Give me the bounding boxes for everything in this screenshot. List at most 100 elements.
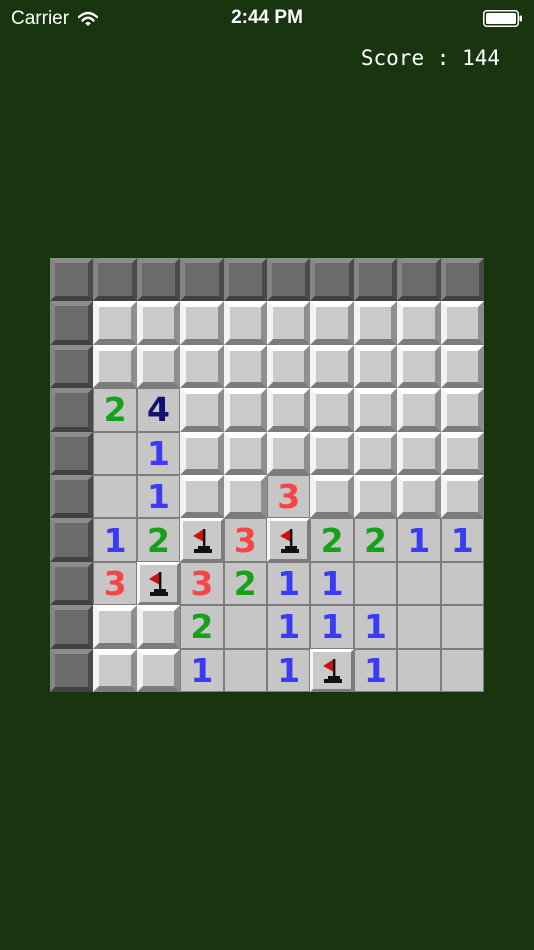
number-tile: 2: [223, 561, 267, 606]
covered-tile[interactable]: [223, 431, 267, 475]
adjacent-mine-count: 1: [147, 477, 170, 517]
covered-tile[interactable]: [223, 344, 267, 389]
number-tile: 2: [93, 388, 137, 432]
covered-tile[interactable]: [136, 344, 181, 389]
number-tile: 1: [440, 518, 484, 562]
revealed-empty-tile: [397, 605, 441, 649]
covered-tile[interactable]: [440, 344, 484, 389]
flagged-tile[interactable]: [180, 518, 224, 562]
covered-tile[interactable]: [136, 648, 181, 692]
adjacent-mine-count: 1: [147, 433, 170, 473]
revealed-empty-tile: [440, 648, 484, 692]
adjacent-mine-count: 4: [147, 390, 170, 430]
covered-tile[interactable]: [397, 344, 441, 389]
flag-icon: [323, 659, 343, 684]
covered-tile[interactable]: [93, 344, 137, 389]
header-tile: [50, 561, 94, 606]
adjacent-mine-count: 1: [364, 607, 387, 647]
covered-tile[interactable]: [267, 301, 311, 345]
covered-tile[interactable]: [397, 388, 441, 432]
flag-icon: [149, 572, 169, 597]
covered-tile[interactable]: [310, 301, 354, 345]
covered-tile[interactable]: [180, 431, 224, 475]
adjacent-mine-count: 2: [190, 607, 214, 647]
header-tile: [50, 258, 94, 302]
adjacent-mine-count: 1: [277, 650, 301, 690]
covered-tile[interactable]: [267, 344, 311, 389]
score-separator: :: [436, 46, 450, 70]
covered-tile[interactable]: [310, 475, 354, 519]
number-tile: 4: [136, 388, 181, 432]
number-tile: 2: [353, 518, 398, 562]
covered-tile[interactable]: [180, 475, 224, 519]
covered-tile[interactable]: [353, 388, 398, 432]
number-tile: 1: [353, 605, 398, 649]
number-tile: 1: [136, 475, 181, 519]
revealed-empty-tile: [440, 605, 484, 649]
header-tile: [93, 258, 137, 302]
covered-tile[interactable]: [310, 431, 354, 475]
minesweeper-board: 241131232211332112111111: [50, 258, 484, 692]
covered-tile[interactable]: [180, 301, 224, 345]
number-tile: 3: [267, 475, 311, 519]
flagged-tile[interactable]: [136, 561, 181, 606]
adjacent-mine-count: 2: [364, 520, 387, 560]
header-tile: [50, 388, 94, 432]
adjacent-mine-count: 1: [103, 520, 127, 560]
covered-tile[interactable]: [93, 301, 137, 345]
covered-tile[interactable]: [310, 344, 354, 389]
number-tile: 1: [136, 431, 181, 475]
covered-tile[interactable]: [223, 301, 267, 345]
adjacent-mine-count: 2: [147, 520, 170, 560]
covered-tile[interactable]: [310, 388, 354, 432]
covered-tile[interactable]: [223, 475, 267, 519]
covered-tile[interactable]: [223, 388, 267, 432]
number-tile: 1: [267, 605, 311, 649]
header-tile: [50, 605, 94, 649]
header-tile: [180, 258, 224, 302]
flagged-tile[interactable]: [310, 648, 354, 692]
covered-tile[interactable]: [397, 475, 441, 519]
score-display: Score : 144: [361, 46, 500, 70]
flagged-tile[interactable]: [267, 518, 311, 562]
covered-tile[interactable]: [353, 431, 398, 475]
covered-tile[interactable]: [180, 344, 224, 389]
revealed-empty-tile: [223, 605, 267, 649]
covered-tile[interactable]: [93, 605, 137, 649]
covered-tile[interactable]: [353, 344, 398, 389]
revealed-empty-tile: [397, 561, 441, 606]
covered-tile[interactable]: [440, 475, 484, 519]
covered-tile[interactable]: [136, 605, 181, 649]
covered-tile[interactable]: [440, 431, 484, 475]
header-tile: [50, 518, 94, 562]
covered-tile[interactable]: [440, 301, 484, 345]
header-tile: [50, 648, 94, 692]
adjacent-mine-count: 3: [190, 563, 214, 603]
adjacent-mine-count: 1: [277, 607, 301, 647]
header-tile: [50, 431, 94, 475]
covered-tile[interactable]: [180, 388, 224, 432]
adjacent-mine-count: 3: [277, 477, 301, 517]
covered-tile[interactable]: [136, 301, 181, 345]
covered-tile[interactable]: [397, 431, 441, 475]
adjacent-mine-count: 1: [320, 607, 344, 647]
header-tile: [223, 258, 267, 302]
covered-tile[interactable]: [267, 431, 311, 475]
number-tile: 1: [353, 648, 398, 692]
covered-tile[interactable]: [267, 388, 311, 432]
covered-tile[interactable]: [440, 388, 484, 432]
adjacent-mine-count: 1: [364, 650, 387, 690]
covered-tile[interactable]: [397, 301, 441, 345]
number-tile: 2: [180, 605, 224, 649]
revealed-empty-tile: [223, 648, 267, 692]
covered-tile[interactable]: [353, 301, 398, 345]
covered-tile[interactable]: [353, 475, 398, 519]
flag-icon: [192, 529, 212, 554]
header-tile: [440, 258, 484, 302]
header-tile: [136, 258, 181, 302]
header-tile: [310, 258, 354, 302]
number-tile: 1: [310, 561, 354, 606]
score-value: 144: [462, 46, 500, 70]
revealed-empty-tile: [440, 561, 484, 606]
covered-tile[interactable]: [93, 648, 137, 692]
